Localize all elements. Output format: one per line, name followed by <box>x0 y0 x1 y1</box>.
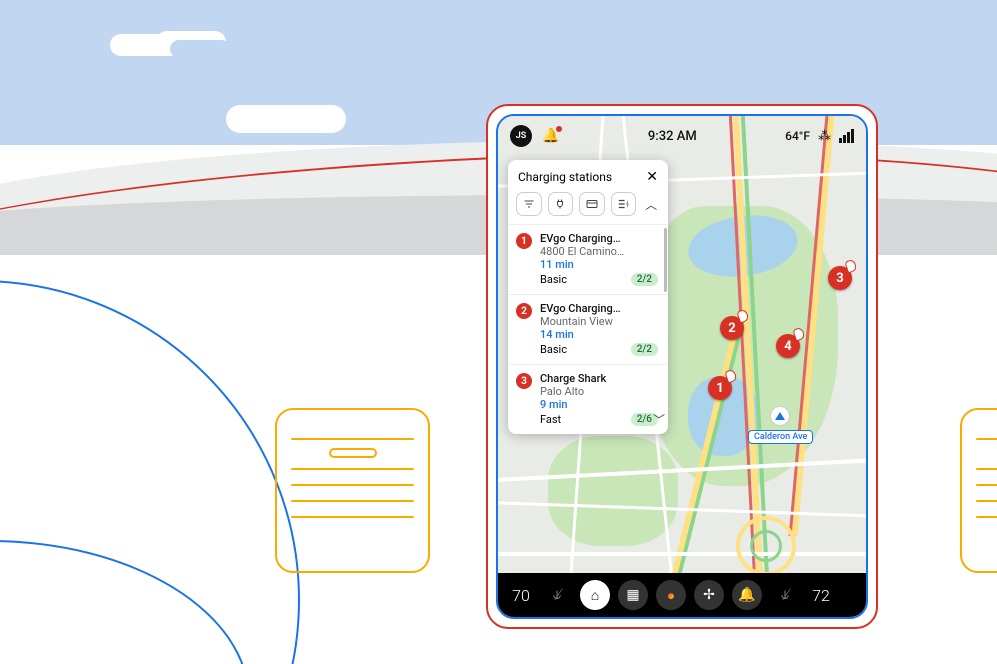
result-eta: 9 min <box>540 398 658 411</box>
map-pin-3[interactable]: 3 <box>828 266 852 290</box>
result-number-badge: 2 <box>516 303 532 319</box>
result-number-badge: 1 <box>516 233 532 249</box>
seat-heat-left-icon[interactable]: ⫝̸ <box>542 580 572 610</box>
result-speed: Fast <box>540 413 561 426</box>
voice-assistant-button[interactable]: ● <box>656 580 686 610</box>
result-address: Mountain View <box>540 315 658 328</box>
passenger-temperature[interactable]: 72 <box>808 586 834 605</box>
result-item-3[interactable]: 3 Charge Shark Palo Alto 9 min Fast2/6 ﹀ <box>508 364 668 434</box>
filter-plug-button[interactable] <box>548 192 574 216</box>
street-label: Calderon Ave <box>748 430 813 444</box>
status-bar: JS 🔔 9:32 AM 64°F ⁂ <box>498 116 866 156</box>
bluetooth-icon: ⁂ <box>818 129 831 144</box>
fan-button[interactable]: ✢ <box>694 580 724 610</box>
result-speed: Basic <box>540 343 567 356</box>
availability-badge: 2/2 <box>631 273 658 286</box>
result-name: Charge Shark <box>540 372 658 385</box>
map-pin-2[interactable]: 2 <box>720 316 744 340</box>
air-vent-decoration <box>960 408 997 573</box>
result-address: Palo Alto <box>540 385 658 398</box>
cloud-decoration <box>110 34 190 56</box>
apps-button[interactable]: ▦ <box>618 580 648 610</box>
filter-speed-button[interactable] <box>611 192 637 216</box>
result-address: 4800 El Camino… <box>540 245 658 258</box>
notification-bell-icon[interactable]: 🔔 <box>542 128 559 144</box>
seat-heat-right-icon[interactable]: ⫝̸ <box>770 580 800 610</box>
availability-badge: 2/2 <box>631 343 658 356</box>
close-icon[interactable]: ✕ <box>646 169 658 185</box>
current-location-marker[interactable] <box>770 406 790 426</box>
user-avatar[interactable]: JS <box>510 125 532 147</box>
result-name: EVgo Charging… <box>540 232 658 245</box>
cloud-decoration <box>226 105 346 133</box>
vehicle-control-bar: 70 ⫝̸ ⌂ ▦ ● ✢ 🔔 ⫝̸ 72 <box>498 573 866 617</box>
result-number-badge: 3 <box>516 373 532 389</box>
home-button[interactable]: ⌂ <box>580 580 610 610</box>
expand-list-button[interactable]: ﹀ <box>653 411 665 428</box>
notifications-button[interactable]: 🔔 <box>732 580 762 610</box>
panel-title: Charging stations <box>518 170 612 184</box>
driver-temperature[interactable]: 70 <box>508 586 534 605</box>
search-results-panel: Charging stations ✕ ︿ 1 EVgo Charging… 4… <box>508 160 668 434</box>
air-vent-decoration <box>275 408 430 573</box>
result-eta: 11 min <box>540 258 658 271</box>
collapse-filters-button[interactable]: ︿ <box>642 192 660 216</box>
result-name: EVgo Charging… <box>540 302 658 315</box>
result-speed: Basic <box>540 273 567 286</box>
map-pin-1[interactable]: 1 <box>708 376 732 400</box>
clock: 9:32 AM <box>569 129 775 144</box>
tablet-device: 1 2 3 4 Calderon Ave JS 🔔 9:32 AM 64°F ⁂… <box>486 104 878 629</box>
filter-payment-button[interactable] <box>579 192 605 216</box>
result-item-2[interactable]: 2 EVgo Charging… Mountain View 14 min Ba… <box>508 294 668 364</box>
filter-settings-button[interactable] <box>516 192 542 216</box>
outside-temperature: 64°F <box>785 129 810 143</box>
tablet-screen: 1 2 3 4 Calderon Ave JS 🔔 9:32 AM 64°F ⁂… <box>496 114 868 619</box>
results-list[interactable]: 1 EVgo Charging… 4800 El Camino… 11 min … <box>508 224 668 434</box>
result-item-1[interactable]: 1 EVgo Charging… 4800 El Camino… 11 min … <box>508 224 668 294</box>
map-pin-4[interactable]: 4 <box>776 334 800 358</box>
result-eta: 14 min <box>540 328 658 341</box>
signal-bars-icon <box>839 129 854 143</box>
